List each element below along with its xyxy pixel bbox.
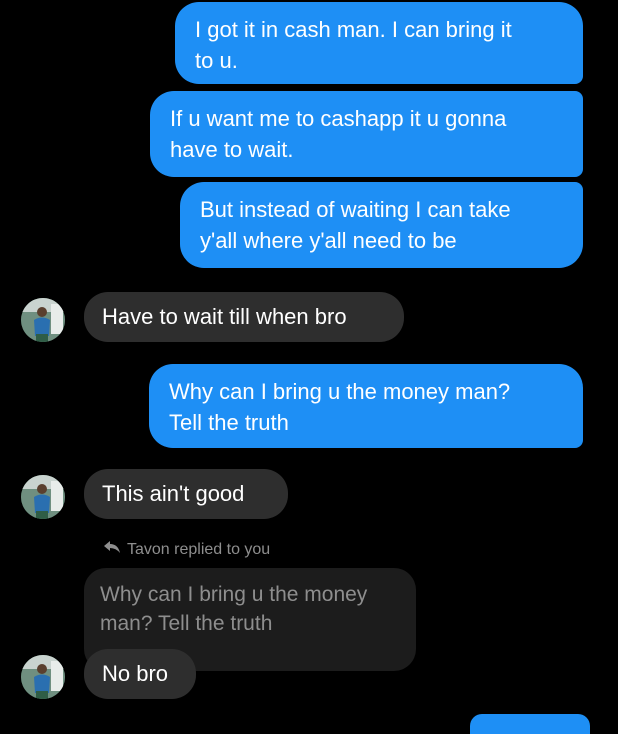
contact-avatar[interactable] [21,475,65,519]
outgoing-message-partial[interactable] [470,714,590,734]
incoming-message[interactable]: This ain't good [84,469,288,519]
reply-indicator: Tavon replied to you [103,540,270,560]
outgoing-message[interactable]: I got it in cash man. I can bring it to … [175,2,583,84]
reply-label-text: Tavon replied to you [127,541,271,558]
incoming-message[interactable]: Have to wait till when bro [84,292,404,342]
contact-avatar[interactable] [21,298,65,342]
contact-avatar[interactable] [21,655,65,699]
incoming-message[interactable]: No bro [84,649,196,699]
outgoing-message[interactable]: If u want me to cashapp it u gonna have … [150,91,583,177]
reply-arrow-icon [103,540,121,560]
outgoing-message[interactable]: But instead of waiting I can take y'all … [180,182,583,268]
outgoing-message[interactable]: Why can I bring u the money man? Tell th… [149,364,583,448]
